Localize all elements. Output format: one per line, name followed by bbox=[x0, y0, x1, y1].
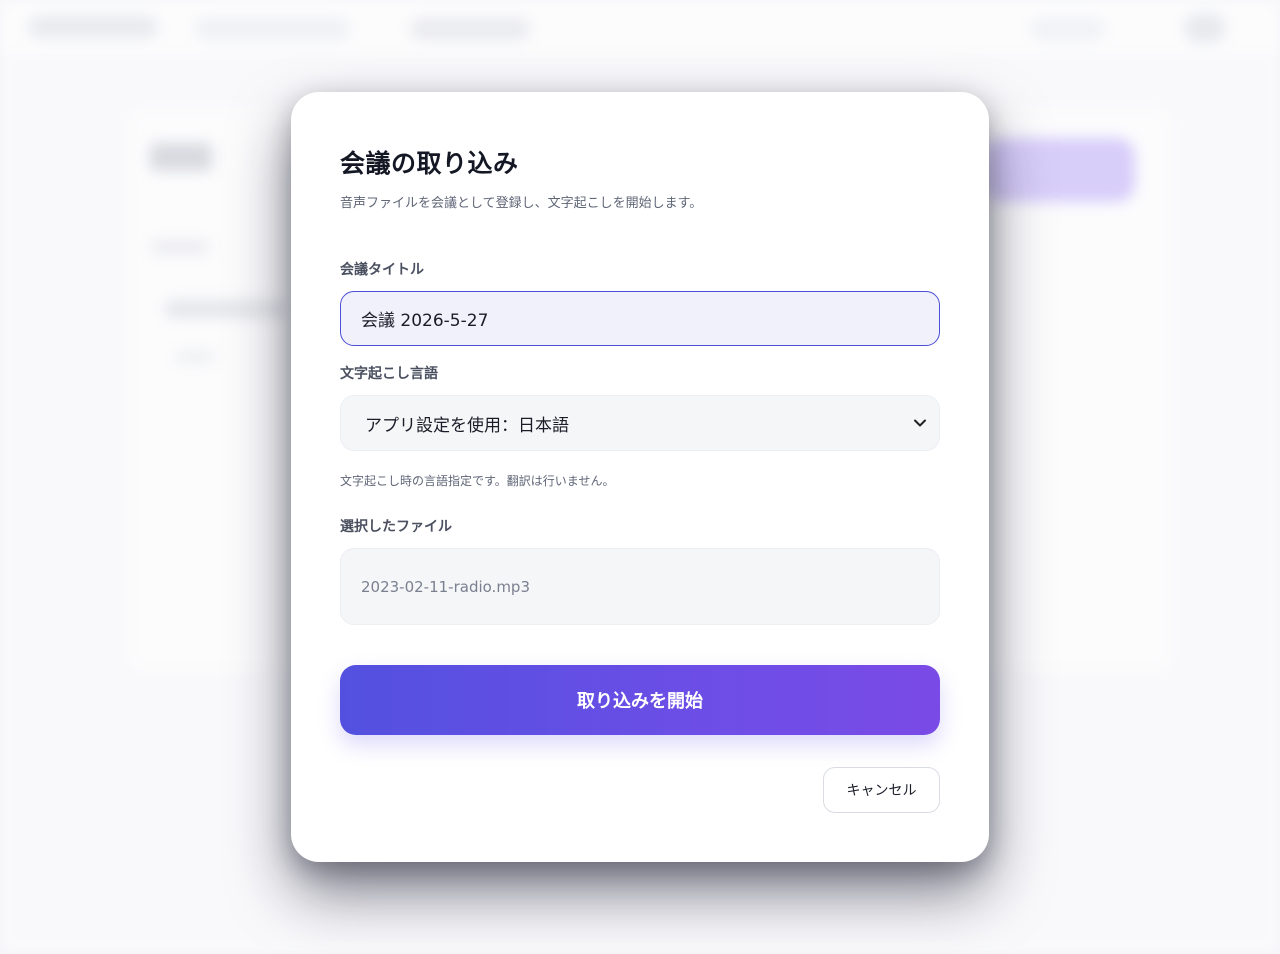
import-meeting-dialog: 会議の取り込み 音声ファイルを会議として登録し、文字起こしを開始します。 会議タ… bbox=[291, 92, 989, 862]
language-helper-text: 文字起こし時の言語指定です。翻訳は行いません。 bbox=[340, 474, 615, 488]
transcription-language-select[interactable]: アプリ設定を使用：日本語 bbox=[340, 395, 940, 451]
dialog-subtitle: 音声ファイルを会議として登録し、文字起こしを開始します。 bbox=[340, 196, 703, 211]
transcription-language-label: 文字起こし言語 bbox=[340, 366, 438, 382]
chevron-down-icon bbox=[913, 416, 927, 430]
selected-file-box: 2023-02-11-radio.mp3 bbox=[340, 548, 940, 625]
selected-file-label: 選択したファイル bbox=[340, 519, 452, 535]
cancel-button[interactable]: キャンセル bbox=[823, 767, 940, 813]
dialog-title: 会議の取り込み bbox=[340, 149, 519, 178]
meeting-title-input[interactable] bbox=[340, 291, 940, 346]
transcription-language-value: アプリ設定を使用：日本語 bbox=[365, 415, 569, 436]
start-import-button[interactable]: 取り込みを開始 bbox=[340, 665, 940, 735]
selected-file-name: 2023-02-11-radio.mp3 bbox=[361, 577, 530, 596]
meeting-title-label: 会議タイトル bbox=[340, 262, 424, 278]
